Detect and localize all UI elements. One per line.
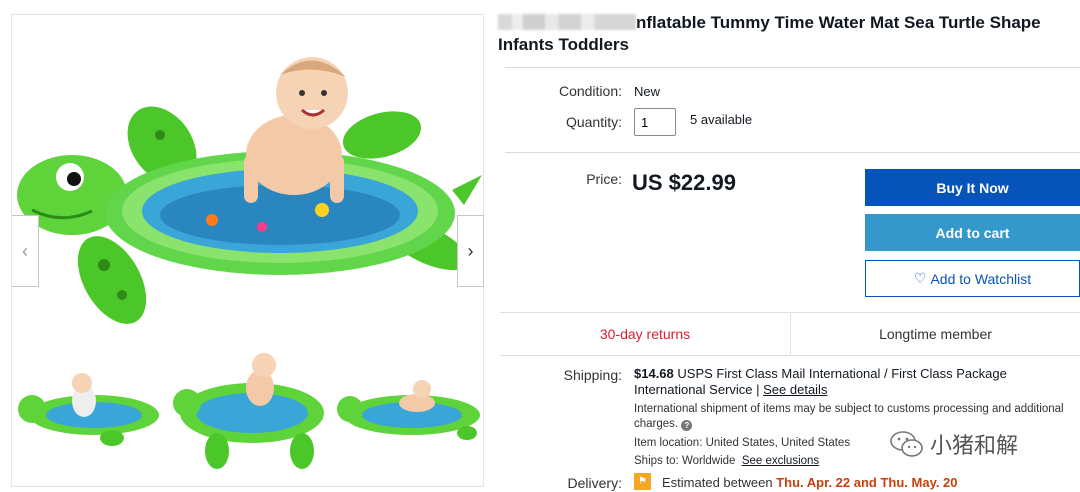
thumbnail-3[interactable]: [337, 380, 480, 440]
chevron-right-icon: ›: [467, 240, 474, 261]
delivery-estimate: Estimated between Thu. Apr. 22 and Thu. …: [662, 475, 958, 490]
shipping-cost: $14.68: [634, 366, 674, 381]
thumbnail-strip[interactable]: [12, 343, 483, 483]
delivery-label: Delivery:: [567, 475, 622, 491]
heart-icon: ♡: [913, 270, 927, 286]
blurred-title-prefix: [498, 14, 636, 30]
add-to-cart-button[interactable]: Add to cart: [865, 214, 1080, 251]
flag-icon: ⚑: [634, 473, 651, 490]
product-title: nflatable Tummy Time Water Mat Sea Turtl…: [498, 12, 1073, 56]
image-gallery: ‹ ›: [11, 14, 484, 487]
ships-to-value: Worldwide: [681, 455, 736, 467]
ships-to-label: Ships to:: [634, 455, 679, 467]
price-label: Price:: [586, 171, 622, 187]
quantity-label: Quantity:: [565, 114, 622, 130]
title-line-1: nflatable Tummy Time Water Mat Sea Turtl…: [636, 13, 1041, 32]
delivery-range: Thu. Apr. 22 and Thu. May. 20: [776, 475, 958, 490]
see-details-link[interactable]: See details: [763, 382, 827, 397]
thumbnail-2[interactable]: [173, 353, 324, 469]
badges-row: 30-day returns Longtime member: [500, 312, 1080, 356]
previous-image-button[interactable]: ‹: [12, 215, 39, 287]
main-product-image[interactable]: [12, 15, 483, 335]
quantity-input[interactable]: [634, 108, 676, 136]
delivery-prefix: Estimated between: [662, 475, 773, 490]
returns-badge: 30-day returns: [599, 326, 691, 342]
title-line-2: Infants Toddlers: [498, 35, 629, 54]
shipping-label: Shipping:: [563, 367, 622, 383]
see-exclusions-link[interactable]: See exclusions: [742, 455, 819, 467]
divider: [505, 152, 1080, 153]
condition-label: Condition:: [558, 83, 622, 99]
watchlist-label: Add to Watchlist: [930, 270, 1032, 287]
item-location-value: United States, United States: [705, 437, 851, 449]
chevron-left-icon: ‹: [22, 240, 28, 261]
watermark: 小猪和解: [890, 428, 1018, 460]
buy-it-now-button[interactable]: Buy It Now: [865, 169, 1080, 206]
add-to-watchlist-button[interactable]: ♡ Add to Watchlist: [865, 260, 1080, 297]
price-value: US $22.99: [632, 170, 736, 195]
thumbnail-1[interactable]: [18, 373, 159, 446]
next-image-button[interactable]: ›: [457, 215, 484, 287]
info-icon[interactable]: ?: [681, 420, 693, 431]
item-location-label: Item location:: [634, 437, 703, 449]
wechat-icon: [890, 431, 923, 457]
divider: [505, 67, 1080, 68]
available-count: 5 available: [690, 112, 753, 127]
condition-value: New: [634, 84, 661, 99]
member-badge: Longtime member: [790, 313, 1080, 355]
customs-note: International shipment of items may be s…: [634, 403, 1064, 430]
watermark-text: 小猪和解: [930, 433, 1019, 458]
